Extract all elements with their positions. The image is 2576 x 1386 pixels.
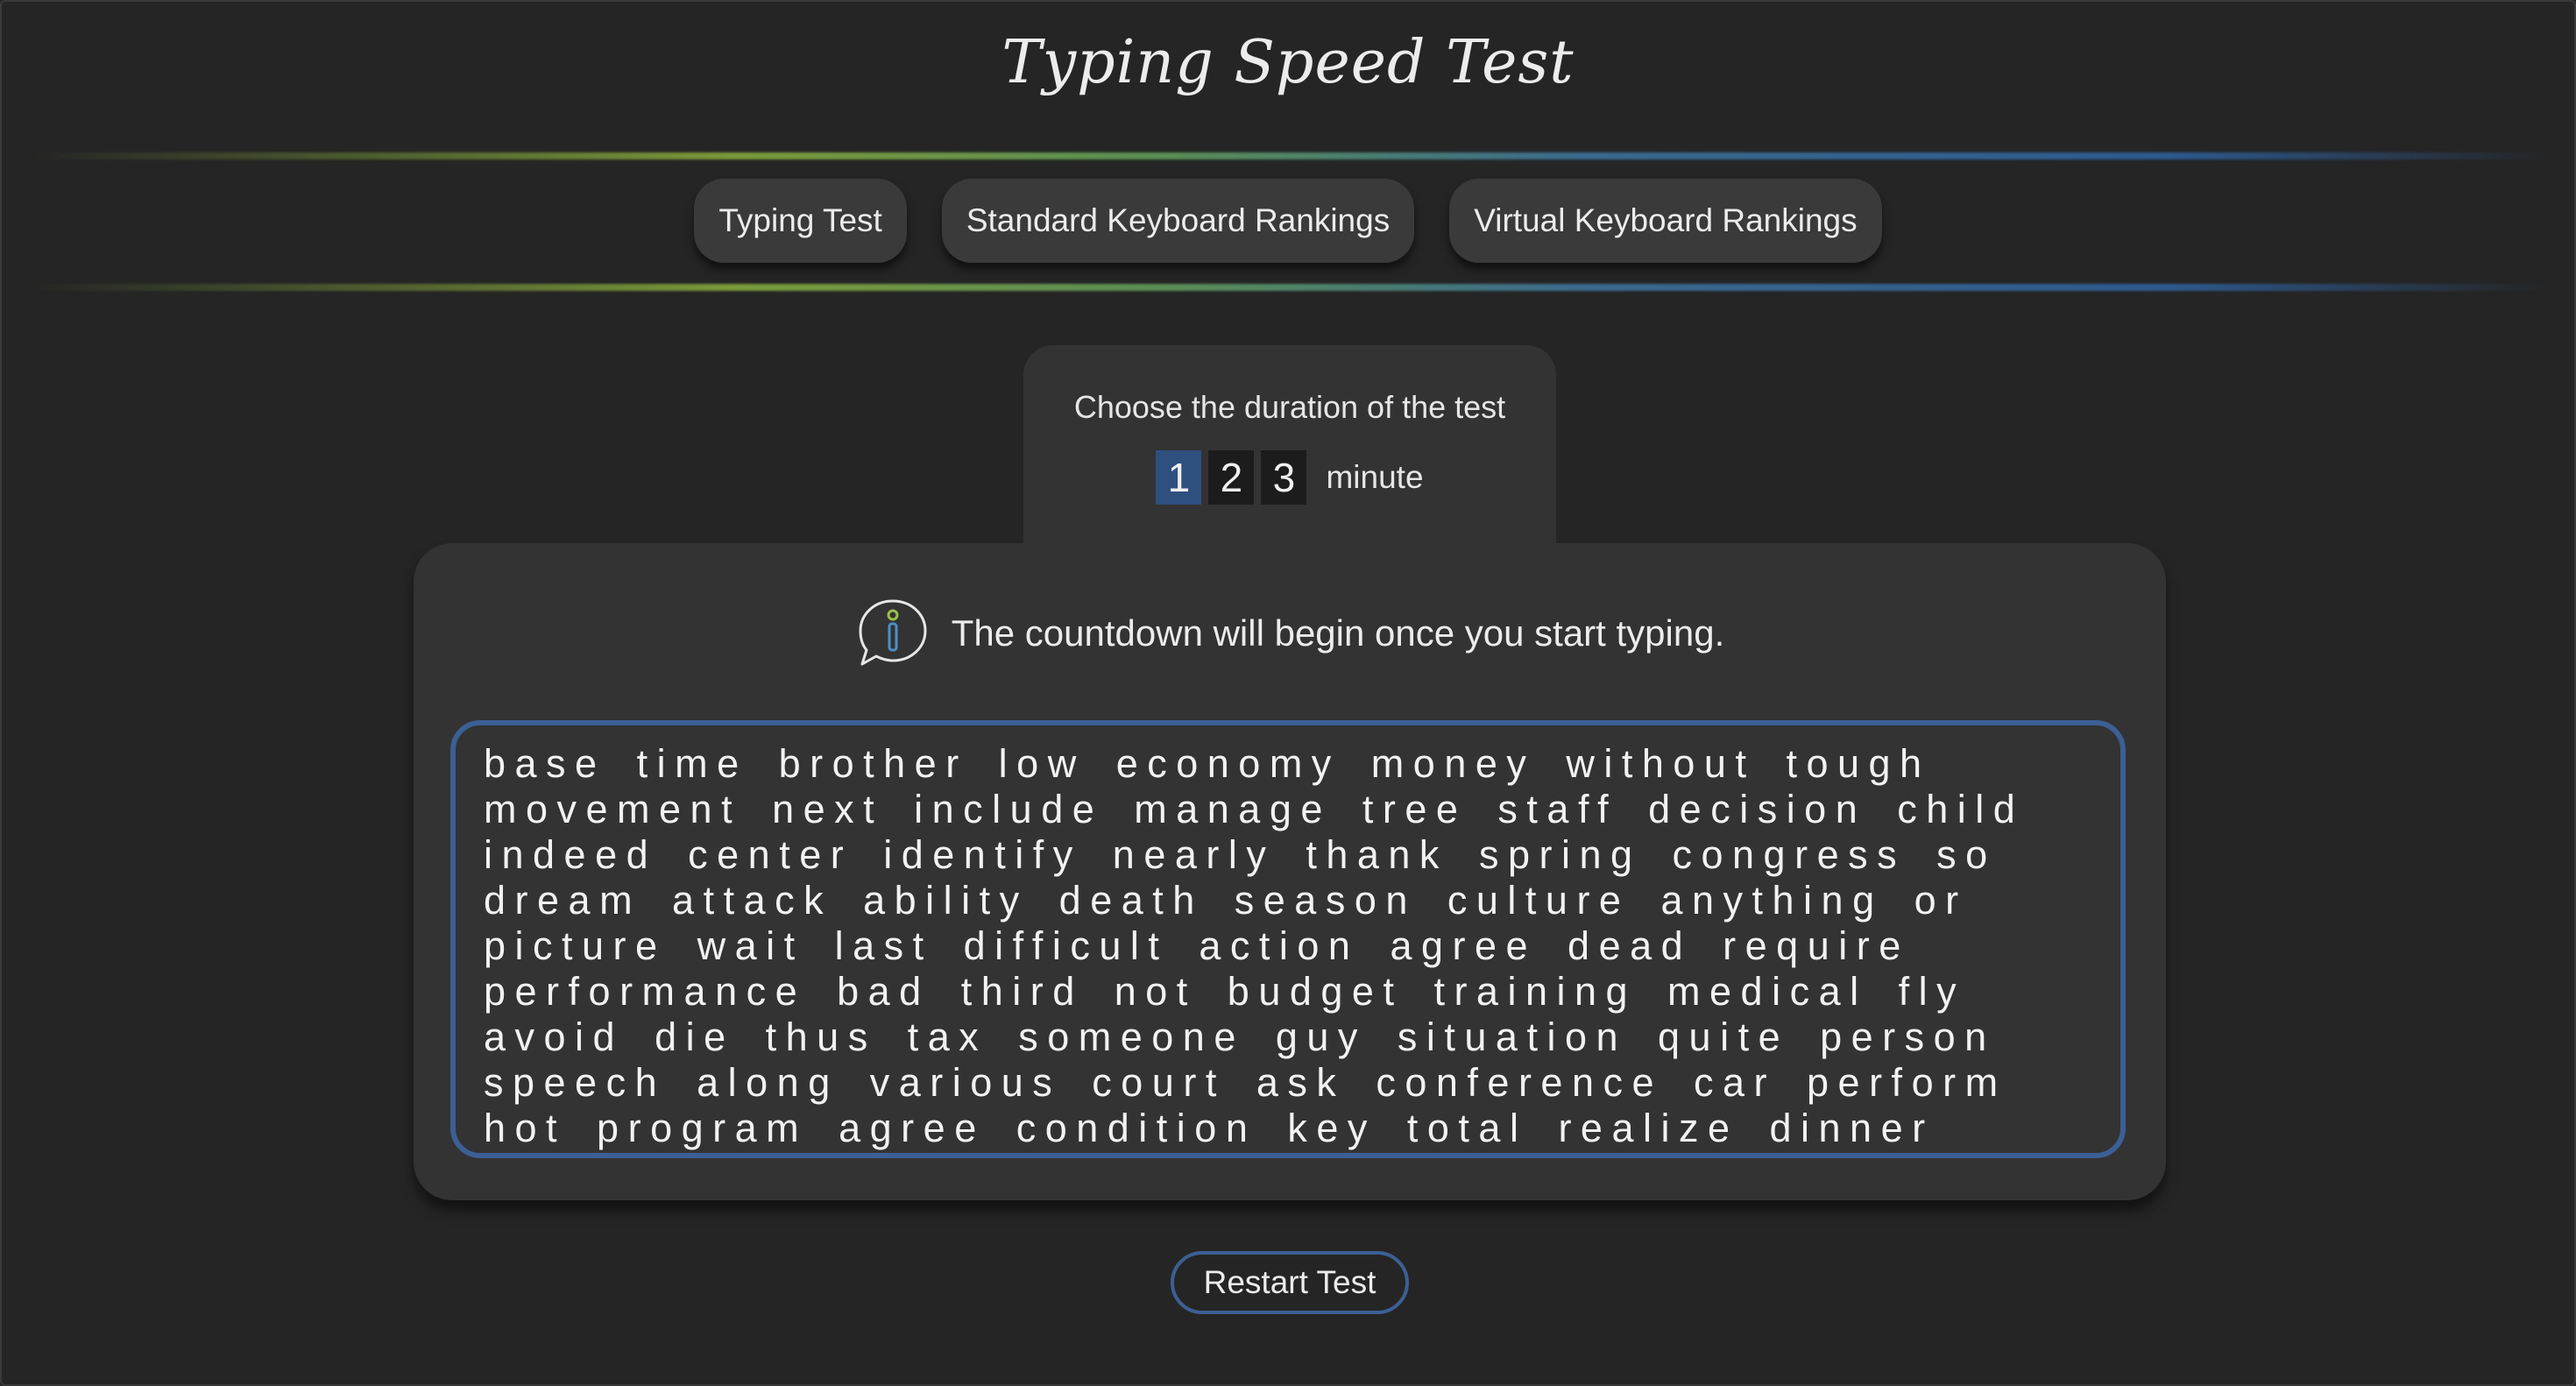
info-text: The countdown will begin once you start … bbox=[951, 612, 1725, 654]
info-speech-bubble-icon bbox=[859, 599, 927, 666]
nav-virtual-keyboard-rankings-button[interactable]: Virtual Keyboard Rankings bbox=[1449, 179, 1882, 263]
nav-standard-keyboard-rankings-button[interactable]: Standard Keyboard Rankings bbox=[941, 179, 1415, 263]
info-message: The countdown will begin once you start … bbox=[414, 596, 2166, 671]
typing-card: The countdown will begin once you start … bbox=[414, 543, 2166, 1200]
word-list: base time brother low economy money with… bbox=[484, 741, 2025, 1150]
nav-typing-test-button[interactable]: Typing Test bbox=[694, 179, 907, 263]
duration-unit: minute bbox=[1326, 459, 1424, 495]
top-divider bbox=[28, 152, 2548, 159]
duration-options: 1 2 3 minute bbox=[1023, 450, 1556, 505]
restart-test-button[interactable]: Restart Test bbox=[1171, 1251, 1409, 1314]
duration-option-1[interactable]: 1 bbox=[1156, 450, 1202, 505]
main-nav: Typing Test Standard Keyboard Rankings V… bbox=[2, 179, 2574, 263]
bottom-divider bbox=[28, 284, 2548, 291]
duration-option-3[interactable]: 3 bbox=[1261, 450, 1307, 505]
duration-option-2[interactable]: 2 bbox=[1208, 450, 1255, 505]
duration-label: Choose the duration of the test bbox=[1073, 389, 1506, 425]
app-window: Typing Speed Test Typing Test Standard K… bbox=[0, 0, 2576, 1386]
typing-text-area[interactable]: base time brother low economy money with… bbox=[450, 720, 2126, 1158]
page-title: Typing Speed Test bbox=[1001, 28, 1575, 97]
duration-panel: Choose the duration of the test 1 2 3 mi… bbox=[1023, 345, 1556, 555]
